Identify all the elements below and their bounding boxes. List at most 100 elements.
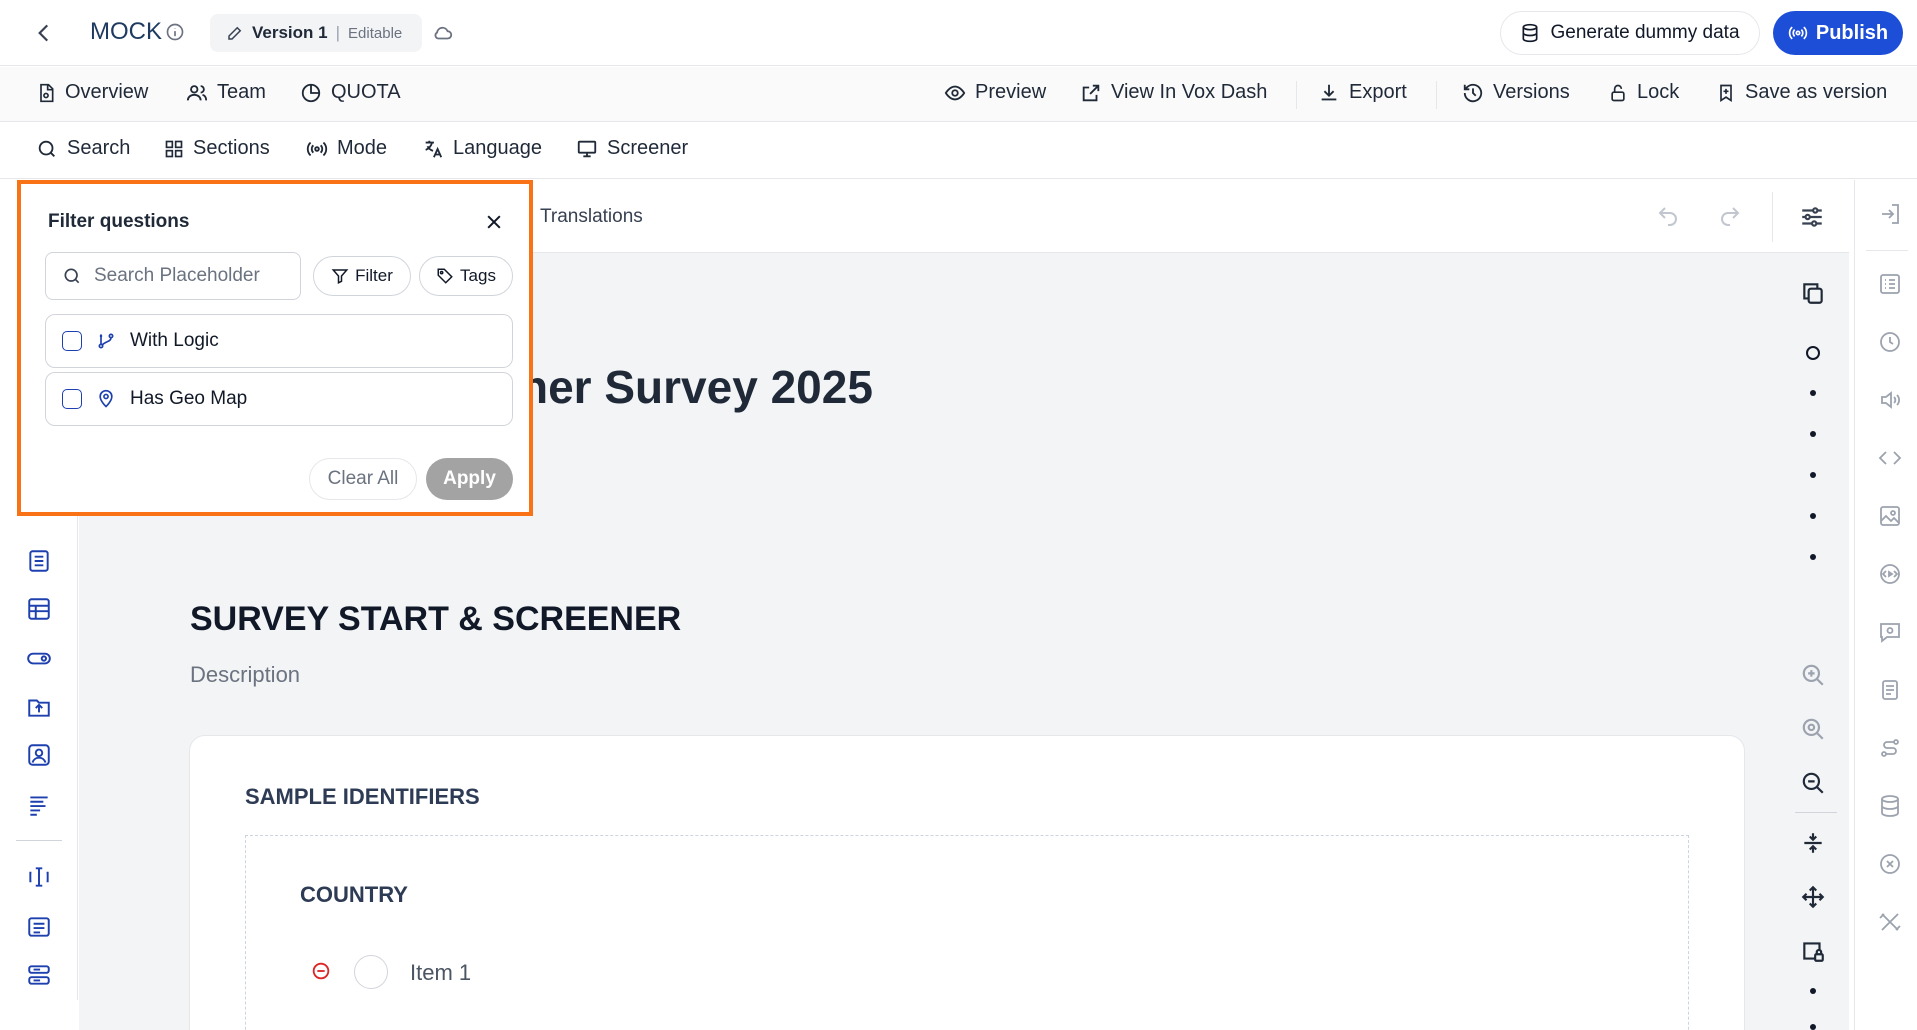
video-icon[interactable] [1878, 562, 1902, 586]
item-label[interactable]: Item 1 [410, 960, 471, 986]
section-title[interactable]: SURVEY START & SCREENER [190, 600, 681, 639]
nav-save-as-version[interactable]: Save as version [1716, 81, 1887, 104]
database-icon [1520, 22, 1540, 44]
toggle-icon[interactable] [26, 645, 52, 671]
nav-versions[interactable]: Versions [1462, 81, 1570, 104]
close-icon[interactable] [484, 212, 504, 232]
generate-dummy-data-button[interactable]: Generate dummy data [1500, 11, 1760, 55]
rail-divider [16, 840, 62, 841]
nav-dot[interactable] [1810, 513, 1816, 519]
outline-dot[interactable] [1806, 346, 1820, 360]
tools-icon[interactable] [1878, 910, 1902, 934]
clear-all-button[interactable]: Clear All [309, 458, 417, 500]
text-cursor-icon[interactable] [26, 864, 52, 890]
panel-login-icon[interactable] [1878, 202, 1902, 226]
paragraph-icon[interactable] [26, 914, 52, 940]
survey-title[interactable]: ner Survey 2025 [520, 360, 873, 414]
item-radio[interactable] [354, 955, 388, 989]
nav-dot[interactable] [1810, 554, 1816, 560]
sub-question-title[interactable]: COUNTRY [300, 882, 408, 908]
back-arrow-icon[interactable] [30, 20, 58, 46]
filter-search-input[interactable] [94, 265, 284, 287]
with-logic-label: With Logic [130, 330, 219, 351]
toolbar-language[interactable]: Language [422, 137, 542, 160]
nav-view-in-vox-dash-label: View In Vox Dash [1111, 81, 1268, 103]
filter-button[interactable]: Filter [313, 256, 411, 296]
version-separator: | [335, 23, 341, 42]
has-geo-map-checkbox[interactable] [62, 389, 82, 409]
table-icon[interactable] [26, 596, 52, 622]
text-lines-icon[interactable] [26, 792, 52, 818]
undo-icon[interactable] [1655, 204, 1681, 228]
zoom-in-icon[interactable] [1800, 662, 1826, 688]
generate-dummy-data-label: Generate dummy data [1550, 22, 1740, 43]
tag-icon [436, 267, 454, 285]
zoom-out-icon[interactable] [1800, 770, 1826, 796]
nav-preview[interactable]: Preview [944, 81, 1046, 104]
database-icon[interactable] [1878, 794, 1902, 818]
filter-popup-title: Filter questions [48, 211, 190, 232]
move-icon[interactable] [1800, 884, 1826, 910]
list-icon[interactable] [1878, 272, 1902, 296]
with-logic-checkbox[interactable] [62, 331, 82, 351]
lock-device-icon[interactable] [1800, 938, 1826, 964]
tags-button[interactable]: Tags [419, 256, 513, 296]
sliders-icon[interactable] [1798, 204, 1826, 230]
nav-dot[interactable] [1810, 988, 1816, 994]
translate-icon [422, 138, 444, 160]
toolbar-mode-label: Mode [337, 137, 388, 159]
image-choice-icon[interactable] [26, 742, 52, 768]
top-bar: MOCK Version 1 | Editable Generate dummy… [0, 0, 1917, 66]
page-icon[interactable] [1878, 678, 1902, 702]
question-title[interactable]: SAMPLE IDENTIFIERS [245, 784, 480, 810]
code-icon[interactable] [1878, 446, 1902, 470]
funnel-icon [331, 267, 349, 285]
nav-dot[interactable] [1810, 472, 1816, 478]
speaker-icon[interactable] [1878, 388, 1902, 412]
image-icon[interactable] [1878, 504, 1902, 528]
monitor-icon [576, 138, 598, 160]
zoom-reset-icon[interactable] [1800, 716, 1826, 742]
tab-translations[interactable]: Translations [540, 206, 643, 228]
nav-dot[interactable] [1810, 1024, 1816, 1030]
list-box-icon[interactable] [26, 548, 52, 574]
document-icon [36, 82, 56, 104]
collapse-vertical-icon[interactable] [1800, 830, 1826, 856]
form-rows-icon[interactable] [26, 962, 52, 988]
file-upload-icon[interactable] [26, 694, 52, 720]
redo-icon[interactable] [1717, 204, 1743, 228]
nav-quota[interactable]: QUOTA [300, 81, 401, 104]
nav-export[interactable]: Export [1318, 81, 1407, 104]
filter-option-has-geo-map[interactable]: Has Geo Map [45, 372, 513, 426]
section-description[interactable]: Description [190, 662, 300, 688]
clock-icon[interactable] [1878, 330, 1902, 354]
publish-button[interactable]: Publish [1773, 11, 1903, 55]
route-icon[interactable] [1878, 736, 1902, 760]
bookmark-plus-icon [1716, 82, 1736, 104]
remove-item-icon[interactable] [310, 960, 332, 982]
version-chip[interactable]: Version 1 | Editable [210, 14, 422, 52]
filter-option-with-logic[interactable]: With Logic [45, 314, 513, 368]
nav-overview[interactable]: Overview [36, 81, 148, 104]
nav-team[interactable]: Team [186, 81, 266, 104]
filter-search-field[interactable] [45, 252, 301, 300]
nav-view-in-vox-dash[interactable]: View In Vox Dash [1080, 81, 1267, 104]
version-status: Editable [348, 24, 403, 42]
lock-icon [1608, 82, 1628, 104]
nav-lock[interactable]: Lock [1608, 81, 1679, 104]
toolbar-screener[interactable]: Screener [576, 137, 688, 160]
nav-export-label: Export [1349, 81, 1407, 103]
tools-divider [1795, 812, 1837, 813]
toolbar-sections[interactable]: Sections [164, 137, 270, 160]
info-icon[interactable] [165, 22, 185, 42]
nav-dot[interactable] [1810, 431, 1816, 437]
cloud-sync-icon[interactable] [432, 22, 454, 44]
nav-dot[interactable] [1810, 390, 1816, 396]
toolbar-search[interactable]: Search [36, 137, 130, 160]
copy-icon[interactable] [1800, 280, 1826, 306]
publish-label: Publish [1815, 21, 1889, 44]
chat-settings-icon[interactable] [1878, 620, 1902, 644]
toolbar-mode[interactable]: Mode [306, 137, 387, 160]
close-circle-icon[interactable] [1878, 852, 1902, 876]
apply-button[interactable]: Apply [426, 458, 513, 500]
